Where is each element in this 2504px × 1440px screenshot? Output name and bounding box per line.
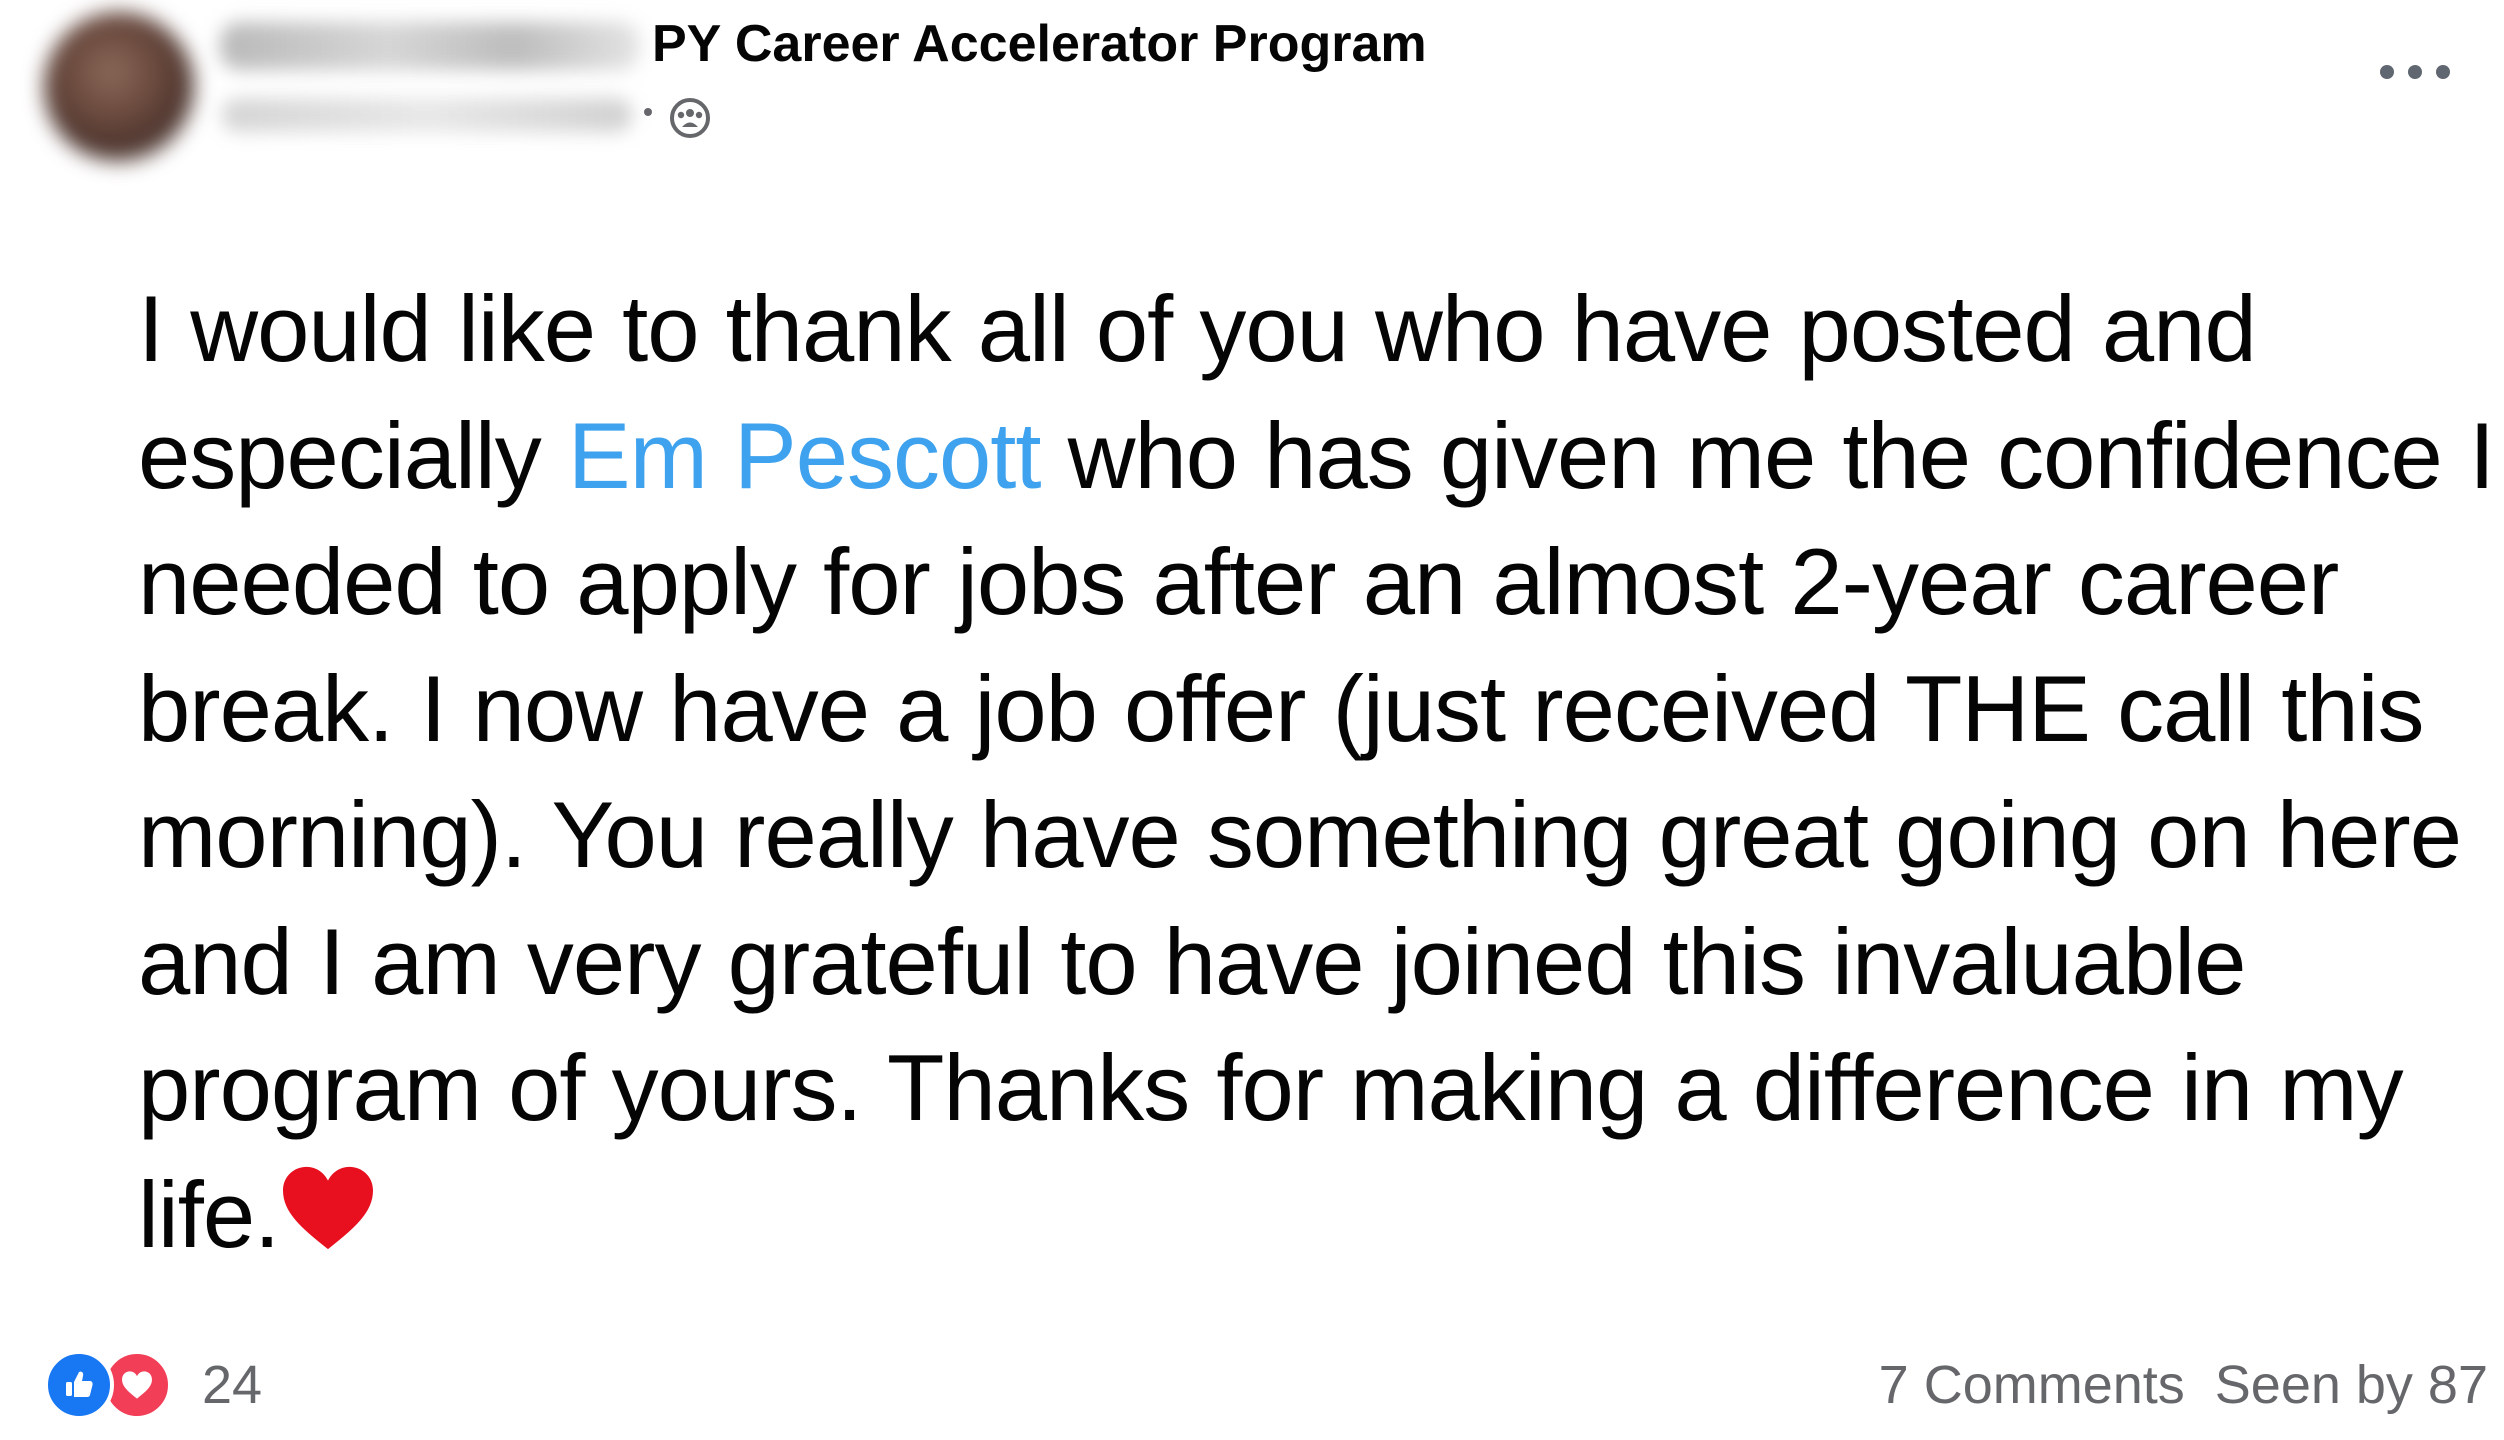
post-line: especially Em Pescott who has given me t… bbox=[138, 402, 2495, 508]
post-line: life. bbox=[138, 1152, 2398, 1279]
post-stats: 7 Comments Seen by 87 bbox=[1879, 1350, 2488, 1420]
comments-count-link[interactable]: 7 Comments bbox=[1879, 1354, 2185, 1416]
post-message: I would like to thank all of you who hav… bbox=[138, 266, 2495, 1279]
meta-separator-dot bbox=[644, 108, 652, 116]
post-timestamp-redacted[interactable] bbox=[222, 98, 632, 132]
like-icon bbox=[44, 1350, 114, 1420]
reactions-summary[interactable]: 24 bbox=[44, 1350, 262, 1420]
red-heart-icon bbox=[283, 1166, 374, 1249]
post-line: I would like to thank all of you who hav… bbox=[138, 276, 2257, 381]
reaction-count: 24 bbox=[202, 1355, 263, 1415]
group-icon bbox=[670, 98, 710, 138]
post-line: and I am very grateful to have joined th… bbox=[138, 908, 2246, 1014]
more-horizontal-icon bbox=[2380, 65, 2394, 79]
post-line: morning). You really have something grea… bbox=[138, 782, 2462, 887]
author-name-redacted[interactable] bbox=[220, 22, 640, 70]
author-avatar[interactable] bbox=[44, 12, 194, 162]
post-footer: 24 7 Comments Seen by 87 bbox=[0, 1340, 2504, 1430]
post-line: needed to apply for jobs after an almost… bbox=[138, 529, 2339, 634]
post-card: PY Career Accelerator Program I would li… bbox=[0, 0, 2504, 1440]
group-name-link[interactable]: PY Career Accelerator Program bbox=[652, 14, 1427, 74]
post-line: break. I now have a job offer (just rece… bbox=[138, 655, 2425, 761]
seen-by-count[interactable]: Seen by 87 bbox=[2215, 1354, 2488, 1416]
mention-link[interactable]: Em Pescott bbox=[568, 403, 1042, 508]
post-line: program of yours. Thanks for making a di… bbox=[138, 1035, 2404, 1140]
more-options-button[interactable] bbox=[2380, 52, 2450, 92]
